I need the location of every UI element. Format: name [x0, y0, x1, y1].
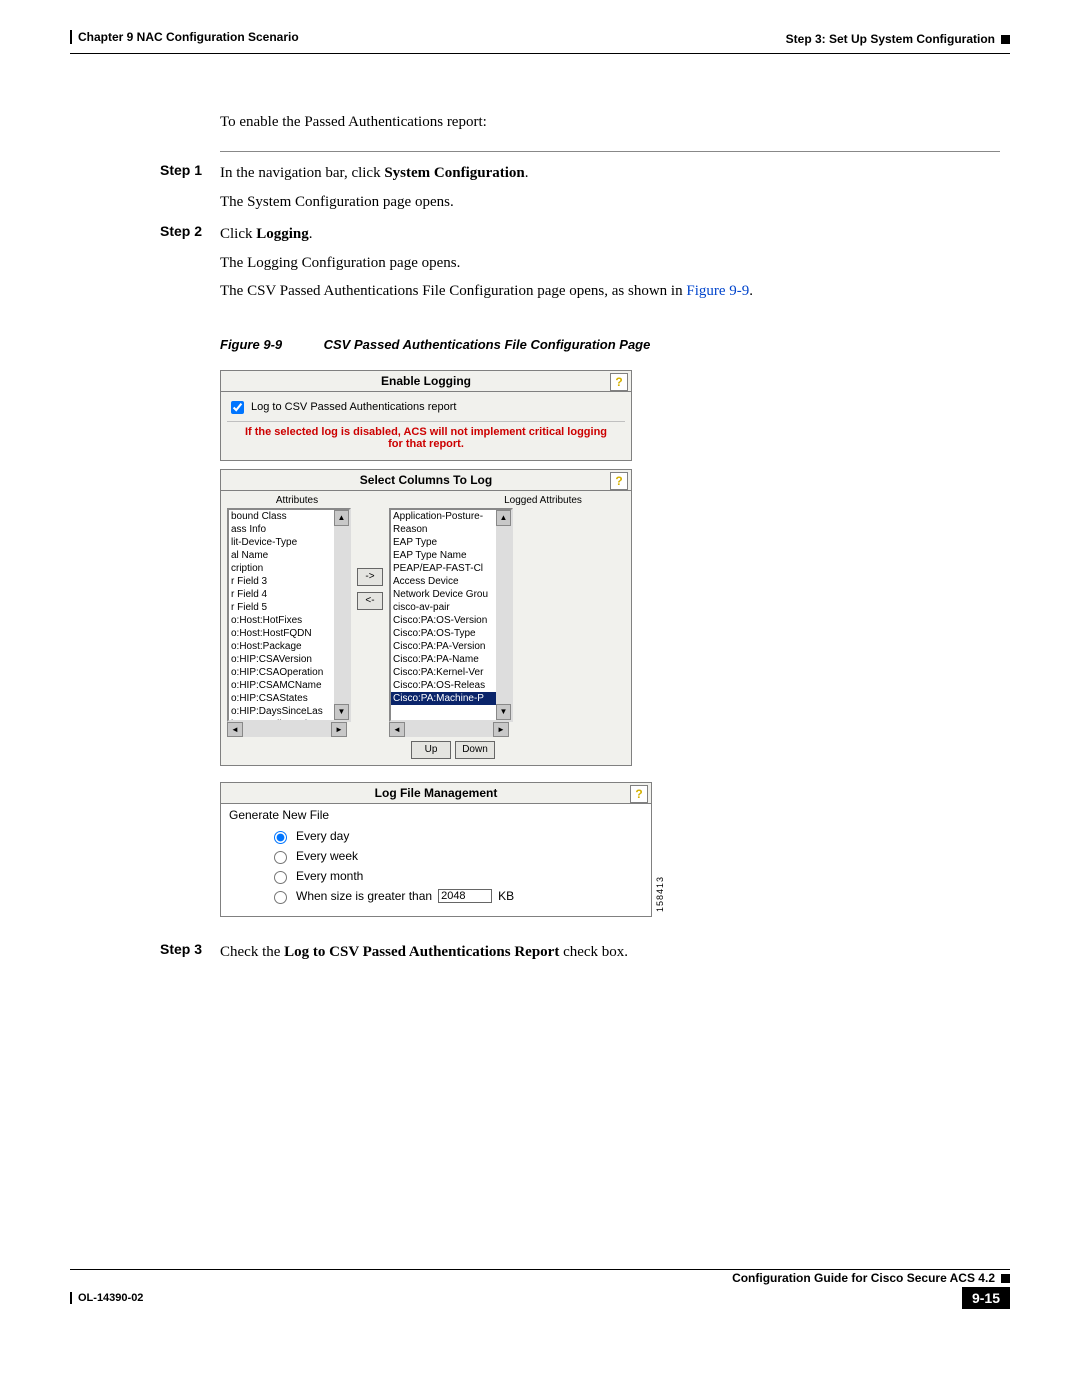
chapter-header: Chapter 9 NAC Configuration Scenario: [70, 30, 299, 44]
list-item[interactable]: Cisco:PA:Kernel-Ver: [391, 666, 511, 679]
enable-logging-panel: Enable Logging ? Log to CSV Passed Authe…: [220, 370, 632, 461]
logged-attributes-header: Logged Attributes: [473, 495, 613, 506]
attributes-listbox[interactable]: bound Classass Infolit-Device-Typeal Nam…: [227, 508, 351, 722]
scrollbar[interactable]: ▲ ▼: [496, 510, 511, 720]
log-csv-label: Log to CSV Passed Authentications report: [251, 401, 456, 413]
down-button[interactable]: Down: [455, 741, 495, 759]
every-week-label: Every week: [296, 849, 358, 863]
square-icon: [1001, 1274, 1010, 1283]
move-right-button[interactable]: ->: [357, 568, 383, 586]
list-item[interactable]: al Name: [229, 549, 349, 562]
list-item[interactable]: Cisco:PA:OS-Releas: [391, 679, 511, 692]
generate-new-file-label: Generate New File: [229, 808, 643, 822]
every-day-label: Every day: [296, 829, 349, 843]
help-icon[interactable]: ?: [610, 373, 628, 391]
size-label-pre: When size is greater than: [296, 889, 432, 903]
list-item[interactable]: Cisco:PA:OS-Type: [391, 627, 511, 640]
list-item[interactable]: PEAP/EAP-FAST-Cl: [391, 562, 511, 575]
list-item[interactable]: Cisco:PA:PA-Version: [391, 640, 511, 653]
every-month-radio[interactable]: [274, 871, 287, 884]
scroll-down-icon[interactable]: ▼: [334, 704, 349, 720]
step2-line1: Click Logging.: [220, 223, 1000, 246]
page-number-badge: 9-15: [962, 1287, 1010, 1309]
scrollbar[interactable]: ▲ ▼: [334, 510, 349, 720]
step-rule: [220, 151, 1000, 152]
footer-doc-id: OL-14390-02: [70, 1292, 143, 1304]
footer-guide-title: Configuration Guide for Cisco Secure ACS…: [732, 1271, 995, 1285]
list-item[interactable]: Access Device: [391, 575, 511, 588]
scroll-right-icon[interactable]: ►: [493, 722, 509, 737]
every-day-radio[interactable]: [274, 831, 287, 844]
size-input[interactable]: [438, 889, 492, 903]
figure-link[interactable]: Figure 9-9: [686, 283, 749, 299]
step3-text: Check the Log to CSV Passed Authenticati…: [220, 941, 1000, 964]
list-item[interactable]: Application-Posture-: [391, 510, 511, 523]
step2-label: Step 2: [160, 223, 220, 239]
list-item[interactable]: lit-Device-Type: [229, 536, 349, 549]
scroll-up-icon[interactable]: ▲: [496, 510, 511, 526]
figure-caption: Figure 9-9 CSV Passed Authentications Fi…: [220, 337, 1000, 352]
every-month-label: Every month: [296, 869, 363, 883]
log-csv-checkbox[interactable]: [231, 401, 244, 414]
select-columns-panel: Select Columns To Log ? Attributes Logge…: [220, 469, 632, 766]
intro-text: To enable the Passed Authentications rep…: [220, 114, 1000, 131]
help-icon[interactable]: ?: [630, 785, 648, 803]
list-item[interactable]: o:HIP:CSAMCName: [229, 679, 349, 692]
list-item[interactable]: o:HIP:CSAStates: [229, 692, 349, 705]
list-item[interactable]: Cisco:PA:PA-Name: [391, 653, 511, 666]
size-unit: KB: [498, 889, 514, 903]
move-left-button[interactable]: <-: [357, 592, 383, 610]
h-scrollbar[interactable]: ◄ ►: [227, 722, 347, 737]
list-item[interactable]: Cisco:PA:OS-Version: [391, 614, 511, 627]
size-radio[interactable]: [274, 891, 287, 904]
scroll-left-icon[interactable]: ◄: [389, 722, 405, 737]
step1-label: Step 1: [160, 162, 220, 178]
logged-attributes-listbox[interactable]: Application-Posture-ReasonEAP TypeEAP Ty…: [389, 508, 513, 722]
step2-line3: The CSV Passed Authentications File Conf…: [220, 280, 1000, 303]
help-icon[interactable]: ?: [610, 472, 628, 490]
step1-line1: In the navigation bar, click System Conf…: [220, 162, 1000, 185]
list-item[interactable]: r Field 3: [229, 575, 349, 588]
attributes-header: Attributes: [227, 495, 367, 506]
every-week-radio[interactable]: [274, 851, 287, 864]
list-item[interactable]: o:HIP:DaysSinceLas: [229, 705, 349, 718]
list-item[interactable]: cription: [229, 562, 349, 575]
list-item[interactable]: Network Device Grou: [391, 588, 511, 601]
list-item[interactable]: ass Info: [229, 523, 349, 536]
list-item[interactable]: EAP Type Name: [391, 549, 511, 562]
select-columns-title: Select Columns To Log: [360, 473, 492, 487]
header-rule: [70, 53, 1010, 54]
scroll-left-icon[interactable]: ◄: [227, 722, 243, 737]
list-item[interactable]: o:HIP:CSAOperation: [229, 666, 349, 679]
list-item[interactable]: Cisco:PA:Machine-P: [391, 692, 511, 705]
list-item[interactable]: o:Host:HostFQDN: [229, 627, 349, 640]
list-item[interactable]: o:HIP:CSAVersion: [229, 653, 349, 666]
square-icon: [1001, 35, 1010, 44]
list-item[interactable]: r Field 5: [229, 601, 349, 614]
step1-line2: The System Configuration page opens.: [220, 191, 1000, 214]
h-scrollbar[interactable]: ◄ ►: [389, 722, 509, 737]
section-header: Step 3: Set Up System Configuration: [786, 30, 995, 49]
list-item[interactable]: EAP Type: [391, 536, 511, 549]
up-button[interactable]: Up: [411, 741, 451, 759]
scroll-right-icon[interactable]: ►: [331, 722, 347, 737]
logging-warning: If the selected log is disabled, ACS wil…: [227, 422, 625, 456]
list-item[interactable]: Reason: [391, 523, 511, 536]
enable-logging-title: Enable Logging: [381, 374, 471, 388]
scroll-up-icon[interactable]: ▲: [334, 510, 349, 526]
scroll-down-icon[interactable]: ▼: [496, 704, 511, 720]
list-item[interactable]: o:Host:Package: [229, 640, 349, 653]
step2-line2: The Logging Configuration page opens.: [220, 252, 1000, 275]
log-file-mgmt-title: Log File Management: [375, 786, 498, 800]
step3-label: Step 3: [160, 941, 220, 957]
list-item[interactable]: o:Host:HotFixes: [229, 614, 349, 627]
log-file-mgmt-panel: Log File Management ? Generate New File …: [220, 782, 652, 917]
list-item[interactable]: hester:Audit:Device-T: [229, 718, 349, 722]
list-item[interactable]: cisco-av-pair: [391, 601, 511, 614]
figure-sidecode: 158413: [655, 876, 665, 912]
list-item[interactable]: bound Class: [229, 510, 349, 523]
list-item[interactable]: r Field 4: [229, 588, 349, 601]
